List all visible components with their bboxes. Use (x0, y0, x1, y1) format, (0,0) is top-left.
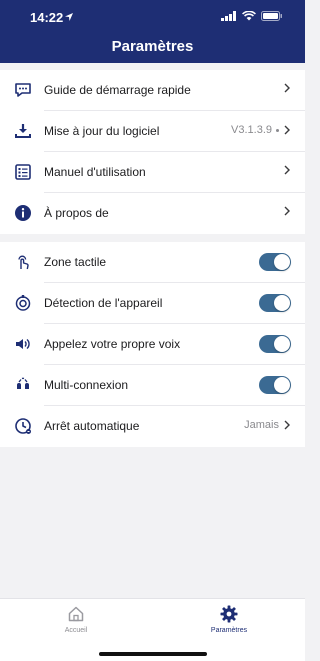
tab-home[interactable]: Accueil (36, 605, 116, 634)
menu-row-software-update[interactable]: Mise à jour du logiciel V3.1.3.9 (0, 111, 305, 152)
row-trailing (283, 206, 291, 216)
info-menu-group: Guide de démarrage rapide Mise à jour du… (0, 70, 305, 234)
tab-home-label: Accueil (64, 627, 88, 634)
menu-row-label: À propos de (44, 206, 109, 220)
battery-icon (261, 11, 282, 21)
wear-detection-icon (15, 295, 31, 311)
info-icon (15, 205, 31, 221)
setting-row-own-voice: Appelez votre propre voix (0, 324, 305, 365)
menu-row-label: Guide de démarrage rapide (44, 83, 191, 97)
speaker-voice-icon (16, 338, 30, 350)
toggle-knob (274, 336, 290, 352)
home-indicator (99, 652, 207, 656)
chevron-right-icon (284, 125, 290, 135)
device-settings-group: Zone tactile Détection de l'appareil App… (0, 242, 305, 447)
auto-off-clock-icon (15, 418, 31, 434)
setting-row-multi-connection: Multi-connexion (0, 365, 305, 406)
setting-row-label: Détection de l'appareil (44, 296, 163, 310)
row-trailing (283, 165, 291, 175)
auto-off-value: Jamais (244, 419, 279, 431)
menu-row-label: Manuel d'utilisation (44, 165, 146, 179)
device-detection-toggle[interactable] (259, 294, 291, 312)
status-bar: 14:22 (0, 0, 305, 34)
home-icon (68, 606, 84, 622)
gear-icon (220, 605, 238, 623)
setting-row-touch-zone: Zone tactile (0, 242, 305, 283)
chevron-right-icon (284, 206, 290, 216)
multi-connection-toggle[interactable] (259, 376, 291, 394)
setting-row-label: Arrêt automatique (44, 419, 140, 433)
toggle-knob (274, 254, 290, 270)
multi-connection-icon (17, 377, 29, 389)
row-trailing (283, 83, 291, 93)
chevron-right-icon (284, 165, 290, 175)
wifi-icon (242, 11, 256, 21)
menu-row-quick-start-guide[interactable]: Guide de démarrage rapide (0, 70, 305, 111)
setting-row-label: Multi-connexion (44, 378, 129, 392)
menu-row-about[interactable]: À propos de (0, 193, 305, 234)
tab-settings-label: Paramètres (210, 627, 248, 634)
status-indicators (221, 11, 283, 21)
toggle-knob (274, 377, 290, 393)
setting-row-device-detection: Détection de l'appareil (0, 283, 305, 324)
touch-icon (18, 255, 29, 270)
touch-zone-toggle[interactable] (259, 253, 291, 271)
menu-row-user-manual[interactable]: Manuel d'utilisation (0, 152, 305, 193)
location-arrow-icon (65, 13, 73, 21)
header-bar: 14:22 Paramètres (0, 0, 305, 63)
row-trailing: Jamais (244, 419, 291, 431)
signal-icon (221, 11, 236, 21)
tab-settings[interactable]: Paramètres (189, 605, 269, 634)
download-icon (15, 124, 31, 138)
own-voice-toggle[interactable] (259, 335, 291, 353)
status-time: 14:22 (30, 10, 64, 25)
software-version-value: V3.1.3.9 (231, 124, 272, 136)
update-dot-indicator (276, 128, 279, 132)
setting-row-label: Zone tactile (44, 255, 107, 269)
page-title: Paramètres (111, 38, 194, 55)
chevron-right-icon (284, 83, 290, 93)
setting-row-auto-off[interactable]: Arrêt automatique Jamais (0, 406, 305, 447)
menu-row-label: Mise à jour du logiciel (44, 124, 160, 138)
toggle-knob (274, 295, 290, 311)
row-trailing: V3.1.3.9 (231, 124, 291, 136)
chevron-right-icon (284, 420, 290, 430)
chat-guide-icon (15, 83, 31, 97)
manual-list-icon (15, 164, 31, 180)
setting-row-label: Appelez votre propre voix (44, 337, 181, 351)
